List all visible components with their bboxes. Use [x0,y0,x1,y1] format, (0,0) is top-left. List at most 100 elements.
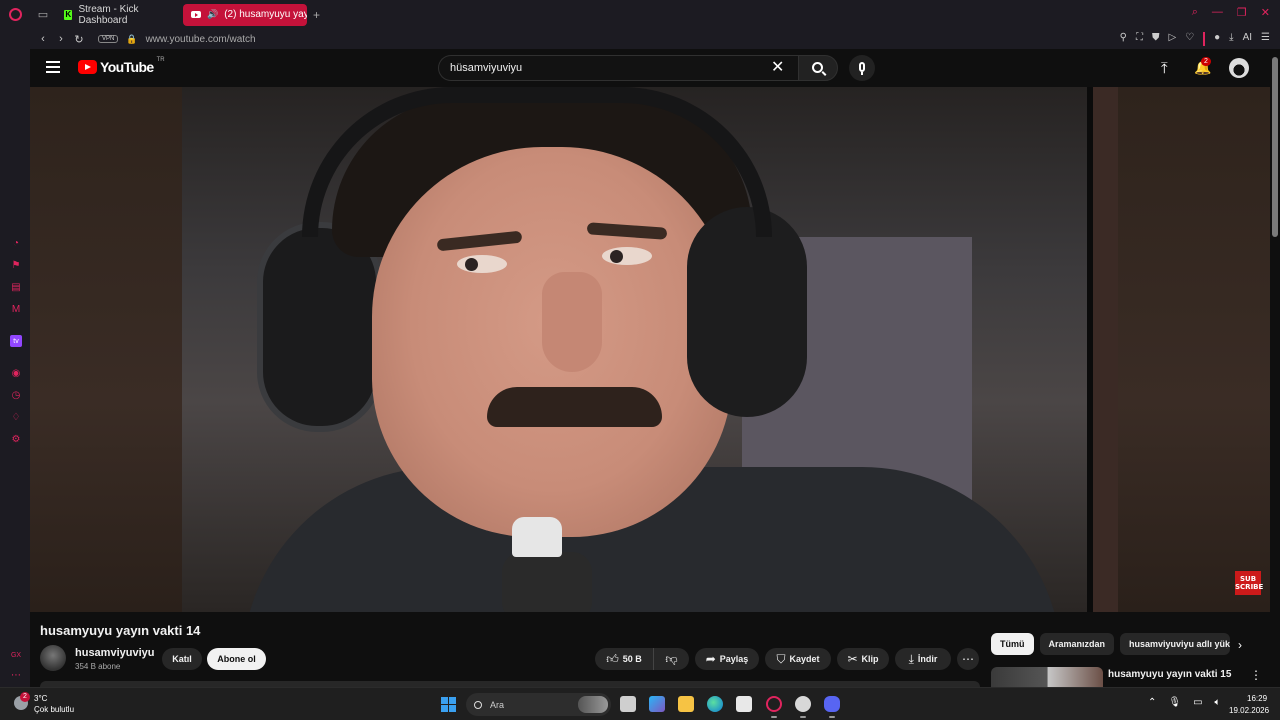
download-icon[interactable]: ⤓ [1229,32,1233,46]
volume-icon[interactable]: 🔈︎ [1215,697,1221,708]
guide-menu-icon[interactable] [46,61,60,73]
lock-icon[interactable]: 🔒 [126,34,137,45]
gx-icon[interactable]: GX [10,649,22,661]
chip-all[interactable]: Tümü [991,633,1034,655]
join-button[interactable]: Katıl [162,648,202,670]
scrollbar-thumb[interactable] [1272,57,1278,237]
upload-icon[interactable]: ⤒ [1161,60,1168,77]
channel-avatar[interactable] [40,645,66,671]
search-box[interactable] [438,55,798,81]
m-icon[interactable]: M [10,303,22,315]
snapshot-icon[interactable]: ⛶ [1136,32,1143,46]
bookmark-icon: ⛉ [776,651,786,666]
recommendation-thumbnail[interactable] [991,667,1103,687]
windows-start-icon[interactable] [441,697,456,712]
page-scrollbar[interactable] [1270,49,1280,687]
video-player[interactable]: SUB SCRIBE [30,87,1270,612]
widgets-app-icon[interactable] [649,696,665,712]
microphone-tray-icon[interactable]: 🎙︎ [1168,697,1181,708]
bookmarks-icon[interactable]: ♢ [10,411,22,423]
subscribe-button[interactable]: Abone ol [207,648,266,670]
scissors-icon: ✂ [847,652,858,666]
speaker-icon[interactable]: 🔊 [207,9,218,20]
aria-ai-button[interactable]: AI [1243,32,1252,46]
back-button[interactable]: ‹ [34,33,52,45]
chip-uploader-videos[interactable]: husamviyuviyu adlı yükleyicinin videolar… [1120,633,1231,655]
weather-condition[interactable]: Çok bulutlu [34,705,74,714]
maximize-button[interactable]: ❐ [1237,6,1247,19]
opera-gx-taskbar-icon[interactable] [766,696,782,712]
url-field[interactable]: www.youtube.com/watch [146,34,256,45]
network-icon[interactable]: ▭ [1193,697,1202,708]
reload-button[interactable]: ↻ [70,33,88,46]
heart-icon[interactable]: ♡ [1185,32,1194,46]
clock-date[interactable]: 19.02.2026 [1229,706,1269,715]
edge-icon[interactable] [707,696,723,712]
save-button[interactable]: ⛉ Kaydet [765,648,831,670]
mustache [487,387,662,427]
eye-right [602,247,652,265]
file-explorer-icon[interactable] [678,696,694,712]
new-tab-button[interactable]: + [313,8,320,22]
clip-button[interactable]: ✂ Klip [837,648,889,670]
share-button[interactable]: ➦ Paylaş [695,648,759,670]
more-vertical-icon[interactable]: ⋮ [1250,668,1262,682]
tab-youtube-watch[interactable]: 🔊 (2) husamyuyu yayın vakti 14 - YouTube [183,3,307,26]
tab-kick-dashboard[interactable]: K Stream - Kick Dashboard [56,4,181,26]
close-window-button[interactable]: ✕ [1261,6,1270,19]
recommendation-title[interactable]: husamyuyu yayın vakti 15 [1108,669,1231,680]
tab-label: Stream - Kick Dashboard [78,3,139,26]
thumbs-down-icon: 👎︎ [665,651,678,666]
aria-icon[interactable]: ◔ [10,237,22,249]
tab-islands-icon[interactable]: ▭ [32,4,54,26]
task-view-icon[interactable] [620,696,636,712]
vpn-badge[interactable]: VPN [98,35,119,43]
youtube-favicon-icon [191,11,201,18]
temperature[interactable]: 3°C [34,694,47,703]
subscriber-count: 354 B abone [75,662,121,671]
settings-icon[interactable]: ⚙ [10,433,22,445]
voice-search-button[interactable] [849,55,875,81]
minimize-button[interactable]: — [1212,6,1223,19]
chip-from-search[interactable]: Aramanızdan [1039,633,1115,655]
twitch-icon[interactable]: tv [10,335,22,347]
more-actions-button[interactable]: ⋯ [957,648,979,670]
like-button[interactable]: 👍︎ 50 B [595,648,653,670]
country-code: TR [156,57,165,63]
messenger-icon[interactable]: ▤ [10,281,22,293]
chevron-right-icon[interactable]: › [1238,638,1242,652]
video-frame [182,87,1118,612]
download-arrow-icon: ⤓ [908,651,914,666]
windows-taskbar: 2 3°C Çok bulutlu Ara ⌃ 🎙︎ ▭ 🔈︎ 16:29 19… [0,687,1280,720]
forward-button[interactable]: › [52,33,70,45]
adblock-shield-icon[interactable]: ⛊ [1152,32,1160,46]
opera-menu-icon[interactable] [0,0,30,29]
profile-icon[interactable]: ● [1214,32,1220,46]
microphone-body [502,552,592,612]
clock-time[interactable]: 16:29 [1247,694,1267,703]
clear-search-icon[interactable]: ✕ [771,59,784,77]
microsoft-store-icon[interactable] [736,696,752,712]
search-button[interactable] [798,55,838,81]
search-tabs-icon[interactable]: ⌕ [1192,6,1198,19]
player-sidebar-icon[interactable]: ◉ [10,367,22,379]
crypto-wallet-icon[interactable]: ⚑ [10,259,22,271]
subscribe-watermark[interactable]: SUB SCRIBE [1235,571,1263,595]
easy-setup-icon[interactable]: ☰ [1261,32,1270,46]
chevron-up-icon[interactable]: ⌃ [1148,697,1156,708]
history-icon[interactable]: ◷ [10,389,22,401]
taskbar-search[interactable]: Ara [466,693,611,716]
discord-icon[interactable] [824,696,840,712]
channel-name[interactable]: husamviyuviyu [75,647,154,659]
youtube-logo[interactable]: YouTube TR [78,57,165,75]
search-input[interactable] [450,62,760,74]
download-button[interactable]: ⤓ İndir [895,648,951,670]
dislike-button[interactable]: 👎︎ [653,648,689,670]
pin-icon[interactable]: ⚲ [1120,32,1127,46]
player-icon[interactable]: ▷ [1168,32,1176,46]
account-avatar[interactable] [1229,58,1249,78]
sidebar-more-icon[interactable]: ⋯ [10,669,22,681]
steam-icon[interactable] [795,696,811,712]
headphone-right [687,207,807,417]
video-title: husamyuyu yayın vakti 14 [40,623,201,638]
